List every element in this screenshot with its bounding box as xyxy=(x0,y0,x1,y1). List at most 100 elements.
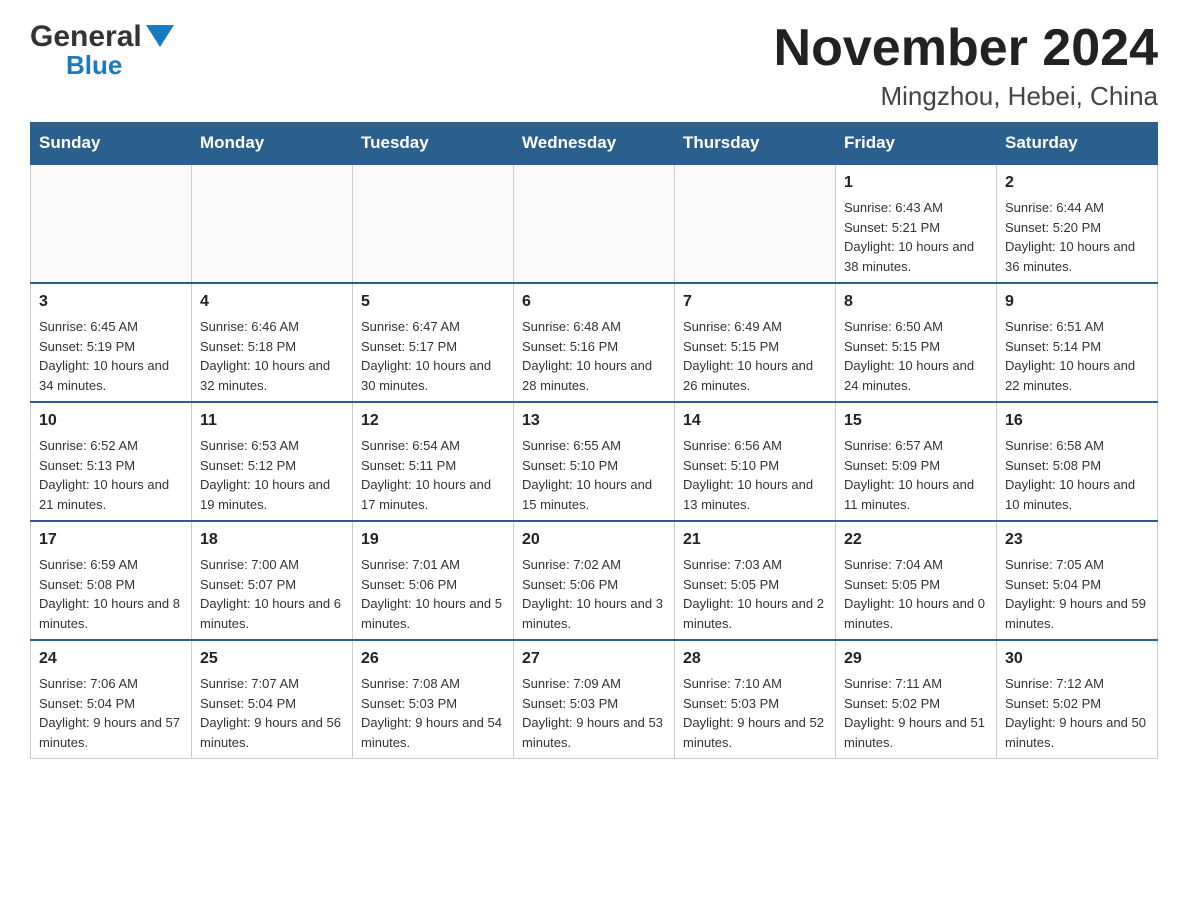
calendar-subtitle: Mingzhou, Hebei, China xyxy=(774,81,1158,112)
day-info: Sunrise: 6:52 AMSunset: 5:13 PMDaylight:… xyxy=(39,436,183,514)
calendar-cell xyxy=(192,164,353,283)
week-row: 10 Sunrise: 6:52 AMSunset: 5:13 PMDayligh… xyxy=(31,402,1158,521)
day-info: Sunrise: 6:58 AMSunset: 5:08 PMDaylight:… xyxy=(1005,436,1149,514)
day-info: Sunrise: 7:07 AMSunset: 5:04 PMDaylight:… xyxy=(200,674,344,752)
weekday-header: Friday xyxy=(836,123,997,165)
calendar-cell: 26Sunrise: 7:08 AMSunset: 5:03 PMDayligh… xyxy=(353,640,514,759)
calendar-cell: 24 Sunrise: 7:06 AMSunset: 5:04 PMDayligh… xyxy=(31,640,192,759)
day-number: 15 xyxy=(844,409,988,433)
day-info: Sunrise: 6:47 AMSunset: 5:17 PMDaylight:… xyxy=(361,317,505,395)
calendar-cell: 4 Sunrise: 6:46 AMSunset: 5:18 PMDaylight… xyxy=(192,283,353,402)
day-info: Sunrise: 7:12 AMSunset: 5:02 PMDaylight:… xyxy=(1005,674,1149,752)
day-number: 6 xyxy=(522,290,666,314)
page-header: General Blue November 2024 Mingzhou, Heb… xyxy=(30,20,1158,112)
calendar-cell: 2Sunrise: 6:44 AMSunset: 5:20 PMDaylight… xyxy=(997,164,1158,283)
day-number: 20 xyxy=(522,528,666,552)
day-number: 25 xyxy=(200,647,344,671)
day-info: Sunrise: 7:11 AMSunset: 5:02 PMDaylight:… xyxy=(844,674,988,752)
day-info: Sunrise: 7:10 AMSunset: 5:03 PMDaylight:… xyxy=(683,674,827,752)
day-info: Sunrise: 6:48 AMSunset: 5:16 PMDaylight:… xyxy=(522,317,666,395)
calendar-cell xyxy=(514,164,675,283)
day-number: 28 xyxy=(683,647,827,671)
calendar-cell: 8 Sunrise: 6:50 AMSunset: 5:15 PMDaylight… xyxy=(836,283,997,402)
calendar-cell xyxy=(353,164,514,283)
day-info: Sunrise: 7:04 AMSunset: 5:05 PMDaylight:… xyxy=(844,555,988,633)
day-number: 2 xyxy=(1005,171,1149,195)
day-info: Sunrise: 6:46 AMSunset: 5:18 PMDaylight:… xyxy=(200,317,344,395)
day-number: 3 xyxy=(39,290,183,314)
day-info: Sunrise: 7:00 AMSunset: 5:07 PMDaylight:… xyxy=(200,555,344,633)
calendar-cell: 6 Sunrise: 6:48 AMSunset: 5:16 PMDaylight… xyxy=(514,283,675,402)
calendar-cell: 15 Sunrise: 6:57 AMSunset: 5:09 PMDayligh… xyxy=(836,402,997,521)
day-number: 4 xyxy=(200,290,344,314)
day-number: 7 xyxy=(683,290,827,314)
day-number: 1 xyxy=(844,171,988,195)
day-info: Sunrise: 6:45 AMSunset: 5:19 PMDaylight:… xyxy=(39,317,183,395)
week-row: 24 Sunrise: 7:06 AMSunset: 5:04 PMDayligh… xyxy=(31,640,1158,759)
calendar-cell: 22 Sunrise: 7:04 AMSunset: 5:05 PMDayligh… xyxy=(836,521,997,640)
calendar-cell: 27 Sunrise: 7:09 AMSunset: 5:03 PMDayligh… xyxy=(514,640,675,759)
day-number: 16 xyxy=(1005,409,1149,433)
week-row: 3 Sunrise: 6:45 AMSunset: 5:19 PMDaylight… xyxy=(31,283,1158,402)
calendar-cell: 10 Sunrise: 6:52 AMSunset: 5:13 PMDayligh… xyxy=(31,402,192,521)
title-block: November 2024 Mingzhou, Hebei, China xyxy=(774,20,1158,112)
day-info: Sunrise: 7:05 AMSunset: 5:04 PMDaylight:… xyxy=(1005,555,1149,633)
day-info: Sunrise: 7:09 AMSunset: 5:03 PMDaylight:… xyxy=(522,674,666,752)
calendar-cell: 19 Sunrise: 7:01 AMSunset: 5:06 PMDayligh… xyxy=(353,521,514,640)
day-number: 11 xyxy=(200,409,344,433)
calendar-cell: 17 Sunrise: 6:59 AMSunset: 5:08 PMDayligh… xyxy=(31,521,192,640)
calendar-cell: 5 Sunrise: 6:47 AMSunset: 5:17 PMDaylight… xyxy=(353,283,514,402)
day-number: 21 xyxy=(683,528,827,552)
calendar-cell: 16 Sunrise: 6:58 AMSunset: 5:08 PMDayligh… xyxy=(997,402,1158,521)
weekday-header: Saturday xyxy=(997,123,1158,165)
calendar-cell: 29 Sunrise: 7:11 AMSunset: 5:02 PMDayligh… xyxy=(836,640,997,759)
week-row: 1Sunrise: 6:43 AMSunset: 5:21 PMDaylight… xyxy=(31,164,1158,283)
calendar-table: SundayMondayTuesdayWednesdayThursdayFrid… xyxy=(30,122,1158,759)
calendar-cell: 13Sunrise: 6:55 AMSunset: 5:10 PMDayligh… xyxy=(514,402,675,521)
weekday-header: Wednesday xyxy=(514,123,675,165)
day-number: 18 xyxy=(200,528,344,552)
day-number: 10 xyxy=(39,409,183,433)
weekday-header: Tuesday xyxy=(353,123,514,165)
day-number: 23 xyxy=(1005,528,1149,552)
day-info: Sunrise: 6:55 AMSunset: 5:10 PMDaylight:… xyxy=(522,436,666,514)
calendar-cell: 28 Sunrise: 7:10 AMSunset: 5:03 PMDayligh… xyxy=(675,640,836,759)
calendar-cell: 9Sunrise: 6:51 AMSunset: 5:14 PMDaylight… xyxy=(997,283,1158,402)
calendar-cell: 20 Sunrise: 7:02 AMSunset: 5:06 PMDayligh… xyxy=(514,521,675,640)
calendar-cell: 23 Sunrise: 7:05 AMSunset: 5:04 PMDayligh… xyxy=(997,521,1158,640)
day-number: 27 xyxy=(522,647,666,671)
day-number: 24 xyxy=(39,647,183,671)
day-info: Sunrise: 7:01 AMSunset: 5:06 PMDaylight:… xyxy=(361,555,505,633)
calendar-cell: 30 Sunrise: 7:12 AMSunset: 5:02 PMDayligh… xyxy=(997,640,1158,759)
logo: General Blue xyxy=(30,20,174,81)
day-info: Sunrise: 7:03 AMSunset: 5:05 PMDaylight:… xyxy=(683,555,827,633)
logo-blue-text: Blue xyxy=(66,50,122,80)
calendar-cell: 3 Sunrise: 6:45 AMSunset: 5:19 PMDaylight… xyxy=(31,283,192,402)
day-info: Sunrise: 6:53 AMSunset: 5:12 PMDaylight:… xyxy=(200,436,344,514)
day-info: Sunrise: 7:06 AMSunset: 5:04 PMDaylight:… xyxy=(39,674,183,752)
day-info: Sunrise: 6:57 AMSunset: 5:09 PMDaylight:… xyxy=(844,436,988,514)
day-number: 19 xyxy=(361,528,505,552)
weekday-header-row: SundayMondayTuesdayWednesdayThursdayFrid… xyxy=(31,123,1158,165)
day-number: 30 xyxy=(1005,647,1149,671)
day-info: Sunrise: 7:08 AMSunset: 5:03 PMDaylight:… xyxy=(361,674,505,752)
calendar-cell: 11 Sunrise: 6:53 AMSunset: 5:12 PMDayligh… xyxy=(192,402,353,521)
calendar-title: November 2024 xyxy=(774,20,1158,77)
day-number: 14 xyxy=(683,409,827,433)
calendar-cell xyxy=(31,164,192,283)
day-number: 22 xyxy=(844,528,988,552)
weekday-header: Thursday xyxy=(675,123,836,165)
day-number: 29 xyxy=(844,647,988,671)
day-info: Sunrise: 6:49 AMSunset: 5:15 PMDaylight:… xyxy=(683,317,827,395)
calendar-cell: 18 Sunrise: 7:00 AMSunset: 5:07 PMDayligh… xyxy=(192,521,353,640)
weekday-header: Sunday xyxy=(31,123,192,165)
calendar-cell: 25 Sunrise: 7:07 AMSunset: 5:04 PMDayligh… xyxy=(192,640,353,759)
day-info: Sunrise: 6:50 AMSunset: 5:15 PMDaylight:… xyxy=(844,317,988,395)
day-info: Sunrise: 6:59 AMSunset: 5:08 PMDaylight:… xyxy=(39,555,183,633)
day-number: 5 xyxy=(361,290,505,314)
day-info: Sunrise: 7:02 AMSunset: 5:06 PMDaylight:… xyxy=(522,555,666,633)
day-number: 17 xyxy=(39,528,183,552)
calendar-cell: 7 Sunrise: 6:49 AMSunset: 5:15 PMDaylight… xyxy=(675,283,836,402)
day-number: 8 xyxy=(844,290,988,314)
day-number: 12 xyxy=(361,409,505,433)
